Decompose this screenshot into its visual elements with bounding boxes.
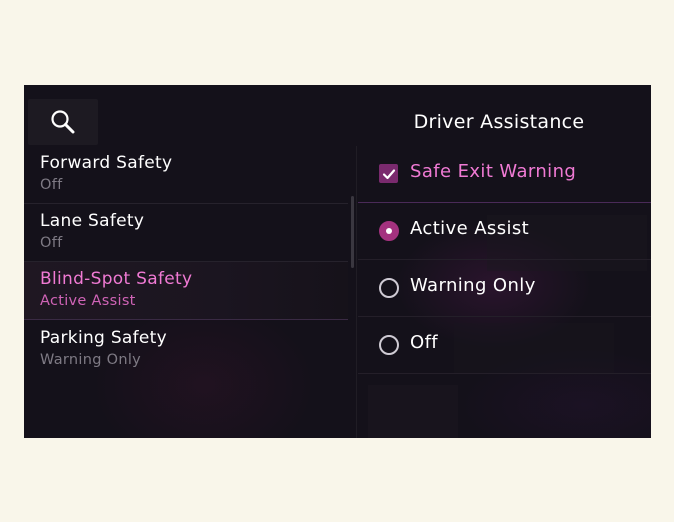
search-icon <box>51 110 75 134</box>
radio-button-selected[interactable] <box>379 221 399 241</box>
sidebar-item-title: Lane Safety <box>40 211 145 231</box>
sidebar-item-parking-safety[interactable]: Parking Safety Warning Only <box>24 321 348 378</box>
search-button[interactable] <box>28 99 98 145</box>
options-list: Safe Exit Warning Active Assist Warning … <box>358 146 651 438</box>
sidebar-item-title: Blind-Spot Safety <box>40 269 193 289</box>
radio-button[interactable] <box>379 278 399 298</box>
sidebar-item-forward-safety[interactable]: Forward Safety Off <box>24 146 348 204</box>
radio-option-warning-only[interactable]: Warning Only <box>358 260 651 317</box>
radio-option-active-assist[interactable]: Active Assist <box>358 203 651 260</box>
sidebar-item-value: Active Assist <box>40 293 136 309</box>
safe-exit-warning-option[interactable]: Safe Exit Warning <box>358 146 651 203</box>
option-label: Active Assist <box>410 218 530 239</box>
page-title: Driver Assistance <box>413 111 585 133</box>
option-label: Safe Exit Warning <box>410 161 577 182</box>
checkbox-checked[interactable] <box>379 164 398 183</box>
sidebar-item-blind-spot-safety[interactable]: Blind-Spot Safety Active Assist <box>24 262 348 320</box>
safety-category-list: Forward Safety Off Lane Safety Off Blind… <box>24 146 354 438</box>
infotainment-screen: Driver Assistance Forward Safety Off Lan… <box>24 85 651 438</box>
sidebar-item-lane-safety[interactable]: Lane Safety Off <box>24 204 348 262</box>
list-scrollbar[interactable] <box>351 196 354 268</box>
sidebar-item-value: Off <box>40 235 63 251</box>
radio-option-off[interactable]: Off <box>358 317 651 374</box>
sidebar-item-title: Parking Safety <box>40 328 168 348</box>
radio-button[interactable] <box>379 335 399 355</box>
option-label: Off <box>410 332 439 353</box>
sidebar-item-value: Off <box>40 177 63 193</box>
checkmark-icon <box>382 168 395 179</box>
panel-divider <box>356 146 357 438</box>
option-label: Warning Only <box>410 275 536 296</box>
sidebar-item-title: Forward Safety <box>40 153 173 173</box>
sidebar-item-value: Warning Only <box>40 352 142 368</box>
